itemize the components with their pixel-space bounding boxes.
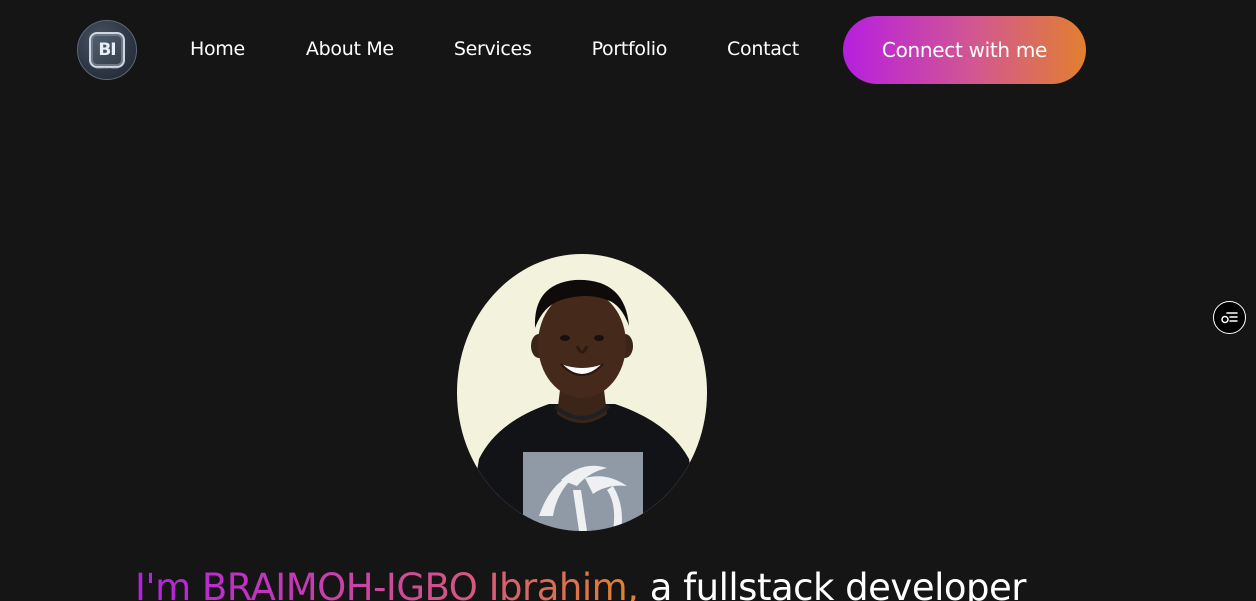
page: BI BRAIMOH-IGBO Home About Me Services P… — [0, 0, 1256, 601]
profile-avatar — [457, 254, 707, 531]
logo-text: BI — [98, 40, 116, 60]
nav-item-portfolio[interactable]: Portfolio — [592, 38, 668, 60]
site-logo[interactable]: BI BRAIMOH-IGBO — [77, 20, 137, 80]
connect-with-me-button[interactable]: Connect with me — [843, 16, 1086, 84]
profile-photo-illustration — [467, 279, 701, 531]
nav-item-contact[interactable]: Contact — [727, 38, 799, 60]
nav-item-about-me[interactable]: About Me — [306, 38, 394, 60]
hero-headline: I'm BRAIMOH-IGBO Ibrahim, a fullstack de… — [135, 566, 1026, 601]
main-nav: Home About Me Services Portfolio Contact — [190, 38, 799, 60]
logo-tagline: BRAIMOH-IGBO — [95, 66, 119, 70]
filter-list-icon — [1221, 312, 1238, 324]
nav-item-services[interactable]: Services — [454, 38, 532, 60]
nav-item-home[interactable]: Home — [190, 38, 245, 60]
side-widget-button[interactable] — [1213, 301, 1246, 334]
hero-role: a fullstack developer — [638, 566, 1027, 601]
hero-name: I'm BRAIMOH-IGBO Ibrahim, — [135, 566, 639, 601]
logo-badge-icon: BI — [89, 32, 125, 68]
